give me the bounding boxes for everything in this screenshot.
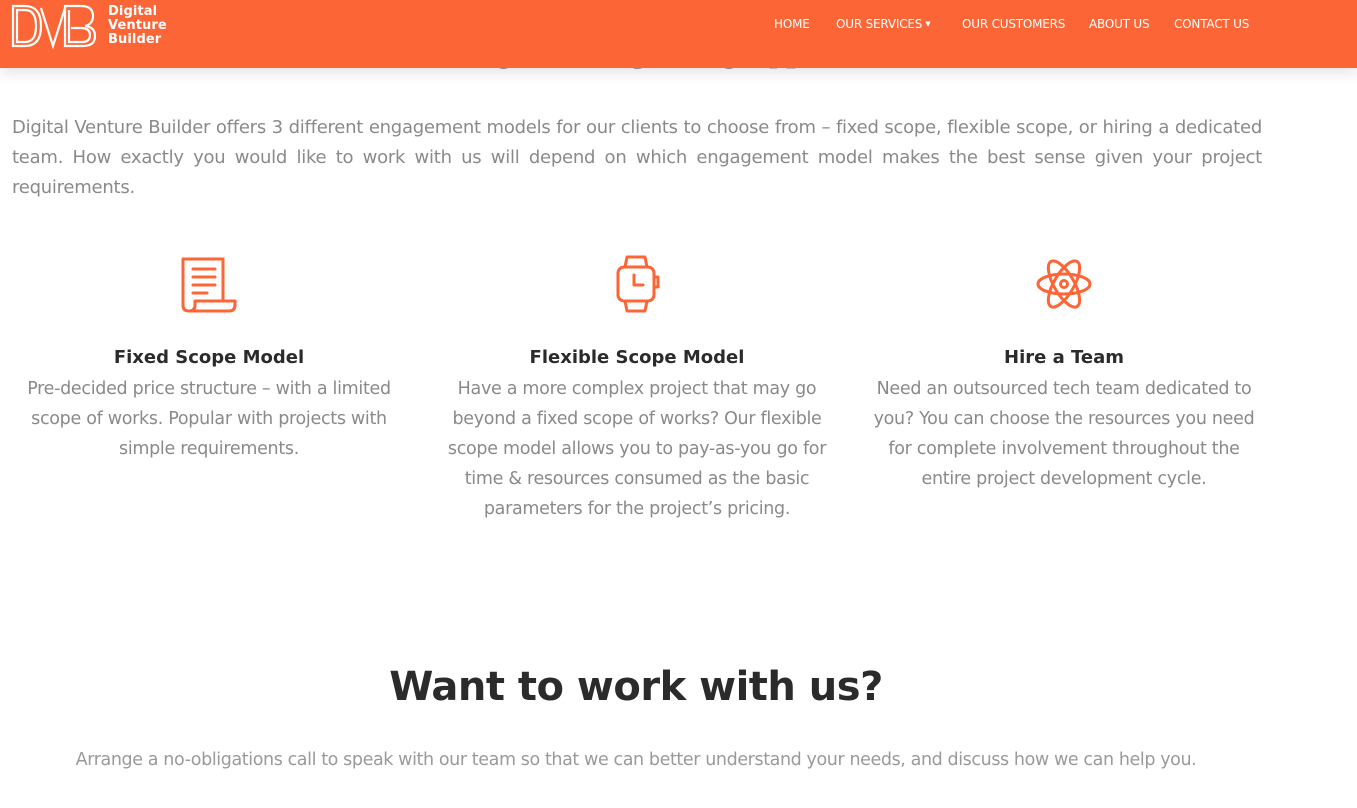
model-description: Have a more complex project that may go … bbox=[447, 379, 827, 519]
logo-text: Digital Venture Builder bbox=[108, 5, 167, 47]
nav-our-services[interactable]: OUR SERVICES ▼ bbox=[836, 16, 931, 32]
model-description: Pre-decided price structure – with a lim… bbox=[27, 379, 391, 459]
logo-line-3: Builder bbox=[108, 32, 162, 47]
model-card-flexible: Flexible Scope Model Have a more complex… bbox=[437, 253, 837, 524]
intro-paragraph: Digital Venture Builder offers 3 differe… bbox=[12, 117, 1262, 198]
nav-contact-us[interactable]: CONTACT US bbox=[1174, 16, 1249, 32]
model-description: Need an outsourced tech team dedicated t… bbox=[873, 379, 1255, 489]
caret-down-icon: ▼ bbox=[925, 20, 931, 28]
model-title: Flexible Scope Model bbox=[529, 347, 745, 368]
dvb-logo-icon bbox=[11, 4, 97, 50]
model-card-fixed: Fixed Scope Model Pre-decided price stru… bbox=[9, 253, 409, 464]
document-scroll-icon bbox=[181, 257, 237, 313]
logo[interactable]: Digital Venture Builder bbox=[11, 2, 167, 50]
nav-our-services-label: OUR SERVICES bbox=[836, 17, 923, 31]
nav-about-us[interactable]: ABOUT US bbox=[1089, 16, 1150, 32]
cta-text: Arrange a no-obligations call to speak w… bbox=[75, 750, 1197, 770]
smartwatch-icon bbox=[616, 255, 660, 313]
nav-our-customers[interactable]: OUR CUSTOMERS bbox=[962, 16, 1065, 32]
model-title: Fixed Scope Model bbox=[113, 347, 305, 368]
nav-home[interactable]: HOME bbox=[774, 16, 810, 32]
cta-heading: Want to work with us? bbox=[389, 664, 883, 710]
atom-icon bbox=[1036, 259, 1092, 309]
model-title: Hire a Team bbox=[1004, 347, 1124, 368]
model-card-team: Hire a Team Need an outsourced tech team… bbox=[864, 253, 1264, 494]
site-header: Digital Venture Builder HOME OUR SERVICE… bbox=[0, 0, 1357, 68]
logo-line-1: Digital bbox=[108, 4, 158, 19]
logo-line-2: Venture bbox=[108, 18, 167, 33]
